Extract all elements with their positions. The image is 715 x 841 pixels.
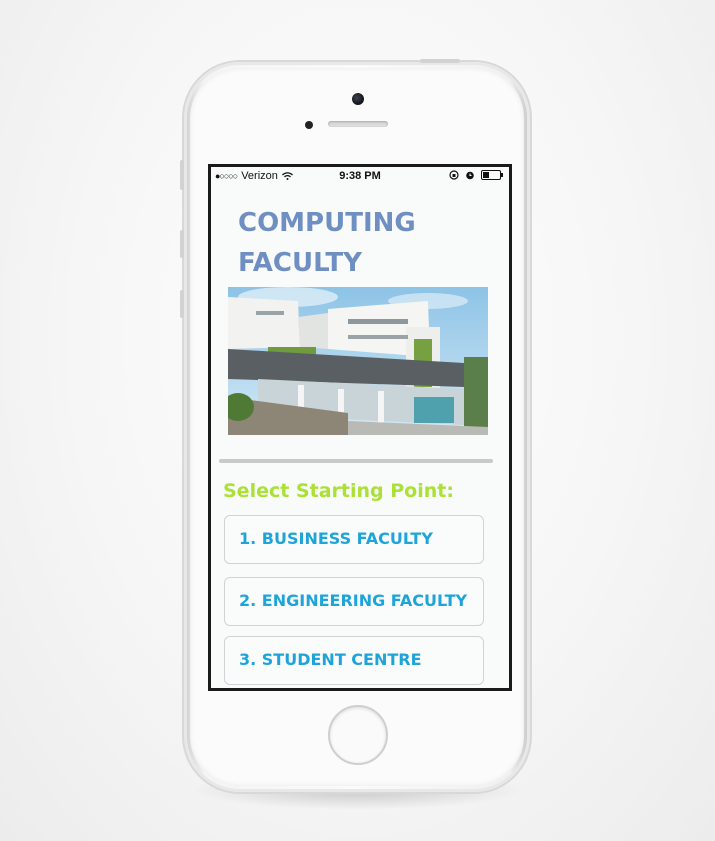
option-engineering-faculty-button[interactable]: 2. ENGINEERING FACULTY — [224, 577, 484, 626]
section-divider — [219, 459, 493, 463]
volume-up-button — [180, 230, 184, 258]
building-image-icon — [228, 287, 488, 435]
option-label: 2. ENGINEERING FACULTY — [239, 591, 468, 610]
earpiece-speaker — [328, 121, 388, 127]
status-bar: ●○○○○ Verizon 9:38 PM — [211, 167, 509, 185]
option-business-faculty-button[interactable]: 1. BUSINESS FACULTY — [224, 515, 484, 564]
home-button[interactable] — [328, 705, 388, 765]
option-student-centre-button[interactable]: 3. STUDENT CENTRE — [224, 636, 484, 685]
alarm-icon — [466, 171, 474, 180]
faculty-building-photo — [228, 287, 488, 435]
battery-icon — [481, 170, 503, 180]
select-starting-point-label: Select Starting Point: — [223, 480, 454, 502]
rotation-lock-icon — [449, 170, 459, 180]
phone-screen: ●○○○○ Verizon 9:38 PM COMPUTING FACULTY … — [208, 164, 512, 691]
volume-down-button — [180, 290, 184, 318]
proximity-sensor-icon — [305, 121, 313, 129]
iphone-device: ●○○○○ Verizon 9:38 PM COMPUTING FACULTY … — [180, 59, 530, 792]
front-camera-icon — [352, 93, 364, 105]
option-label: 1. BUSINESS FACULTY — [239, 529, 433, 548]
power-button — [420, 59, 460, 63]
mute-switch — [180, 160, 184, 190]
page-title: COMPUTING FACULTY — [238, 208, 416, 278]
option-label: 3. STUDENT CENTRE — [239, 650, 422, 669]
